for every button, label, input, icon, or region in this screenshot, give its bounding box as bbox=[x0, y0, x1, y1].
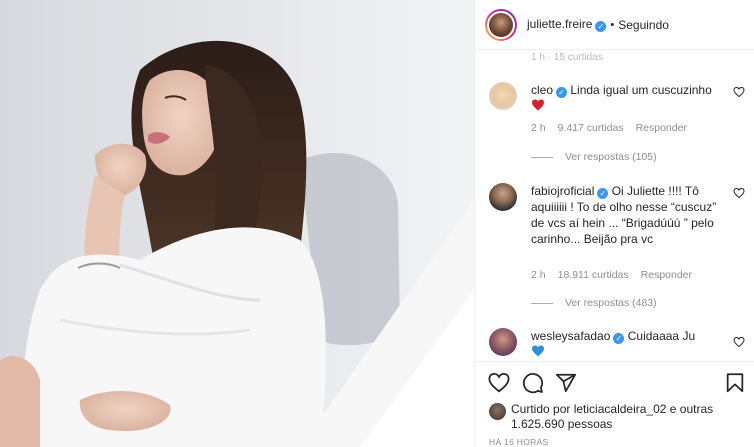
like-comment-heart-icon[interactable] bbox=[733, 187, 745, 199]
post-header: juliette.freire ✓ • Seguindo bbox=[475, 0, 754, 50]
header-separator: • bbox=[610, 18, 615, 31]
reply-button[interactable]: Responder bbox=[636, 122, 687, 134]
like-comment-heart-icon[interactable] bbox=[733, 86, 745, 98]
comment-meta: 2 h 9.417 curtidas Responder bbox=[531, 122, 687, 134]
author-avatar[interactable] bbox=[485, 8, 517, 41]
comment-likes[interactable]: 18.911 curtidas bbox=[558, 269, 629, 281]
follow-button[interactable]: Seguindo bbox=[618, 18, 669, 32]
view-replies-button[interactable]: Ver respostas (483) bbox=[531, 297, 657, 309]
comment-likes[interactable]: 9.417 curtidas bbox=[558, 122, 624, 134]
comment-meta: 2 h 18.911 curtidas Responder bbox=[531, 269, 692, 281]
likes-count[interactable]: 1.625.690 pessoas bbox=[511, 417, 612, 431]
share-icon[interactable] bbox=[555, 372, 577, 394]
view-replies-button[interactable]: Ver respostas (105) bbox=[531, 151, 657, 163]
red-heart-emoji bbox=[532, 99, 544, 111]
blue-heart-emoji bbox=[532, 345, 544, 357]
scrolled-comment-meta: 1 h · 15 curtidas bbox=[531, 52, 603, 63]
verified-icon: ✓ bbox=[613, 333, 625, 344]
author-username[interactable]: juliette.freire ✓ bbox=[527, 17, 607, 32]
reply-button[interactable]: Responder bbox=[641, 269, 692, 281]
post-photo[interactable] bbox=[0, 0, 474, 447]
post-side-panel: juliette.freire ✓ • Seguindo 1 h · 15 cur… bbox=[474, 0, 754, 447]
avatar[interactable] bbox=[489, 328, 517, 356]
comment-text: fabiojroficial ✓ Oi Juliette !!!! Tô aqui… bbox=[531, 184, 717, 246]
verified-icon: ✓ bbox=[556, 87, 568, 98]
verified-icon: ✓ bbox=[597, 188, 609, 199]
avatar[interactable] bbox=[489, 403, 506, 420]
post-timestamp[interactable]: HÁ 16 HORAS bbox=[489, 437, 549, 447]
comment-username[interactable]: wesleysafadao bbox=[531, 329, 610, 343]
comment-icon[interactable] bbox=[522, 372, 544, 394]
liked-by-user[interactable]: leticiacaldeira_02 bbox=[574, 402, 667, 416]
comments-list[interactable]: 1 h · 15 curtidas cleo ✓ Linda igual um c… bbox=[475, 50, 754, 361]
comment-username[interactable]: cleo bbox=[531, 83, 553, 97]
comment-time[interactable]: 2 h bbox=[531, 122, 546, 134]
heart-icon[interactable] bbox=[488, 372, 510, 394]
verified-icon: ✓ bbox=[595, 21, 607, 32]
comment-text: wesleysafadao ✓ Cuidaaaa Ju bbox=[531, 328, 721, 360]
bookmark-icon[interactable] bbox=[724, 372, 746, 394]
avatar[interactable] bbox=[489, 183, 517, 211]
post-photo-illustration bbox=[0, 0, 474, 447]
like-comment-heart-icon[interactable] bbox=[733, 336, 745, 348]
comment-username[interactable]: fabiojroficial bbox=[531, 184, 594, 198]
avatar[interactable] bbox=[489, 82, 517, 110]
post-actions: Curtido por leticiacaldeira_02 e outras … bbox=[475, 361, 754, 447]
comment-text: cleo ✓ Linda igual um cuscuzinho bbox=[531, 82, 721, 114]
comment-time[interactable]: 2 h bbox=[531, 269, 546, 281]
